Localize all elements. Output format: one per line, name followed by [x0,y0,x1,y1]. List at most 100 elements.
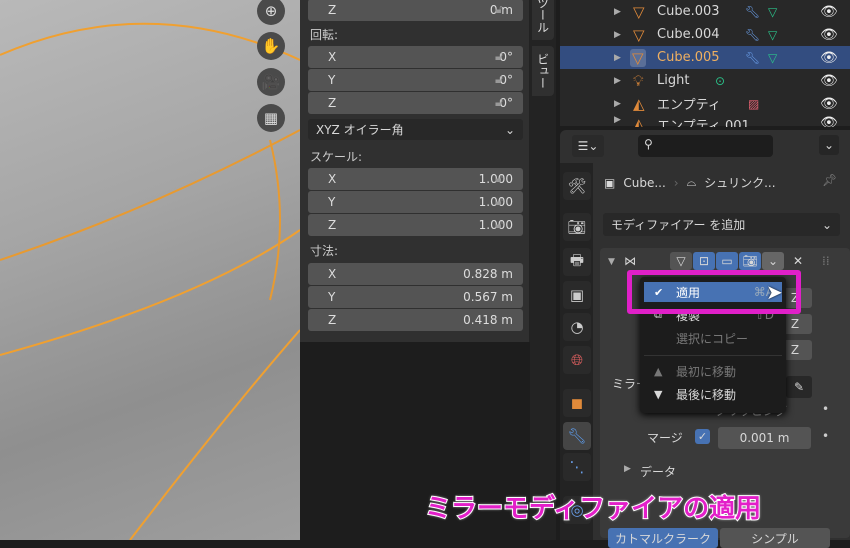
render-tab-icon[interactable]: 📷︎ [563,213,591,241]
data-subpanel-header[interactable]: データ [640,463,676,480]
lock-icon[interactable]: 🔓︎ [495,72,503,87]
divider [644,355,782,356]
viewport-display-icon[interactable]: ▭ [716,252,738,270]
hand-pan-icon[interactable]: ✋ [257,32,285,60]
eye-icon[interactable]: 👁︎ [820,50,838,66]
tab-tool[interactable]: ツール [532,0,554,40]
drag-handle-icon[interactable]: ⁞⁞ [822,254,830,268]
outliner-row-light[interactable]: ▶ 💡︎ Light ⊙ 👁︎ [560,69,850,92]
keyframe-dot-icon[interactable]: • [822,402,829,416]
eye-icon[interactable]: 👁︎ [820,4,838,20]
pin-icon[interactable]: 📌︎ [822,173,837,187]
lock-icon[interactable]: 🔓︎ [495,217,503,232]
tab-catmull-clark[interactable]: カトマルクラーク [608,528,718,548]
output-tab-icon[interactable]: 🖶 [563,248,591,276]
outliner-row-cube-003[interactable]: ▶ ▽ Cube.003 🔧︎ ▽ 👁︎ [560,0,850,23]
wrench-icon[interactable]: 🔧︎ [745,28,760,42]
menu-item-copy-to-selected[interactable]: 選択にコピー [644,328,782,348]
lock-icon[interactable]: 🔓︎ [495,171,503,186]
close-icon[interactable]: ✕ [793,254,803,268]
object-name: エンプティ.001 [657,119,750,127]
eye-icon[interactable]: 👁︎ [820,96,838,112]
eye-icon[interactable]: 👁︎ [820,115,838,127]
outliner-row-empty[interactable]: ▶ ◭ エンプティ ▨ 👁︎ [560,92,850,115]
edit-cage-icon[interactable]: ▽ [670,252,692,270]
scale-x-field[interactable]: X 1.000 [308,168,523,190]
modifier-menu-chevron-icon[interactable]: ⌄ [762,252,784,270]
dimension-z-field[interactable]: Z 0.418 m [308,309,523,331]
search-input[interactable]: ⚲ [638,135,773,157]
particles-tab-icon[interactable]: ⋱ [563,453,591,481]
object-tab-icon[interactable]: ◼ [563,389,591,417]
mesh-data-icon[interactable]: ▽ [768,5,777,19]
expand-icon[interactable]: ▶ [614,7,621,17]
rotation-z-field[interactable]: Z 0° [308,92,523,114]
eyedropper-icon[interactable]: ✎ [786,376,812,398]
lock-icon[interactable]: 🔓︎ [495,49,503,64]
menu-item-label: 最後に移動 [676,387,737,402]
expand-icon[interactable]: ▶ [614,30,621,40]
rotation-x-field[interactable]: X 0° [308,46,523,68]
expand-icon[interactable]: ▶ [614,53,621,63]
expand-icon[interactable]: ▶ [614,115,621,125]
3d-viewport[interactable]: ⊕ ✋ 🎥 ▦ [0,0,300,540]
object-name: Light [657,73,690,88]
merge-checkbox[interactable]: ✓ [695,429,710,444]
shrinkwrap-icon: ⌓ [686,175,697,189]
render-icon[interactable]: 📷︎ [739,252,761,270]
mesh-data-icon[interactable]: ▽ [768,51,777,65]
mesh-data-icon[interactable]: ▽ [768,28,777,42]
merge-distance-field[interactable]: 0.001 m [718,427,811,449]
camera-icon[interactable]: 🎥 [257,68,285,96]
lock-icon[interactable]: 🔓︎ [495,95,503,110]
outliner-row-empty-001[interactable]: ▶ ◭ エンプティ.001 👁︎ [560,115,850,127]
wrench-icon[interactable]: 🔧︎ [745,5,760,19]
breadcrumb-object: Cube... [623,175,666,190]
triangle-down-icon: ▼ [654,387,663,401]
expand-icon[interactable]: ▶ [614,99,621,109]
location-z-field[interactable]: Z0 m [308,0,523,21]
axis-label: X [328,50,337,64]
value: 0.567 m [463,290,513,304]
outliner-row-cube-004[interactable]: ▶ ▽ Cube.004 🔧︎ ▽ 👁︎ [560,23,850,46]
world-tab-icon[interactable]: 🌐︎ [563,346,591,374]
tab-simple[interactable]: シンプル [720,528,830,548]
editmode-icon[interactable]: ⊡ [693,252,715,270]
editor-type-button[interactable]: ☰⌄ [572,135,604,157]
keyframe-dot-icon[interactable]: • [822,429,829,443]
transform-panel: Z0 m 🔓︎ 回転: X 0° Y 0° Z 0° 🔓︎ 🔓︎ 🔓︎ XYZ オイラ… [300,0,530,342]
tool-tab-icon[interactable]: 🛠︎ [563,172,591,200]
add-modifier-dropdown[interactable]: モディファイアー を追加 ⌄ [603,213,840,236]
menu-item-move-to-last[interactable]: ▼ 最後に移動 [644,384,782,404]
options-dropdown[interactable]: ⌄ [819,135,839,155]
scale-y-field[interactable]: Y 1.000 [308,191,523,213]
rotation-y-field[interactable]: Y 0° [308,69,523,91]
rotation-mode-dropdown[interactable]: XYZ オイラー角 ⌄ [308,119,523,140]
dimension-y-field[interactable]: Y 0.567 m [308,286,523,308]
axis-label: Z [328,218,337,232]
scene-tab-icon[interactable]: ◔ [563,313,591,341]
modifier-tab-icon[interactable]: 🔧︎ [563,422,591,450]
expand-icon[interactable]: ▶ [624,464,631,474]
menu-item-label: 最初に移動 [676,364,737,379]
eye-icon[interactable]: 👁︎ [820,73,838,89]
expand-icon[interactable]: ▶ [614,76,621,86]
collapse-icon[interactable]: ▼ [608,257,615,267]
grid-icon[interactable]: ▦ [257,104,285,132]
eye-icon[interactable]: 👁︎ [820,27,838,43]
light-data-icon[interactable]: ⊙ [715,74,725,88]
mouse-cursor-icon: ➤ [766,280,783,304]
lock-icon[interactable]: 🔓︎ [495,2,503,17]
image-icon[interactable]: ▨ [748,97,759,111]
scale-z-field[interactable]: Z 1.000 [308,214,523,236]
mesh-icon: ▽ [633,2,645,21]
view-layer-tab-icon[interactable]: ▣ [563,281,591,309]
wrench-icon[interactable]: 🔧︎ [745,51,760,65]
lock-icon[interactable]: 🔓︎ [495,194,503,209]
tab-view[interactable]: ビュー [532,46,554,96]
dimension-x-field[interactable]: X 0.828 m [308,263,523,285]
outliner-row-cube-005[interactable]: ▶ ▽ Cube.005 🔧︎ ▽ 👁︎ [560,46,850,69]
axis-label: X [328,172,337,186]
menu-item-move-to-first[interactable]: ▲ 最初に移動 [644,361,782,381]
caption-banner: ミラーモディファイアの適用 [424,493,762,525]
